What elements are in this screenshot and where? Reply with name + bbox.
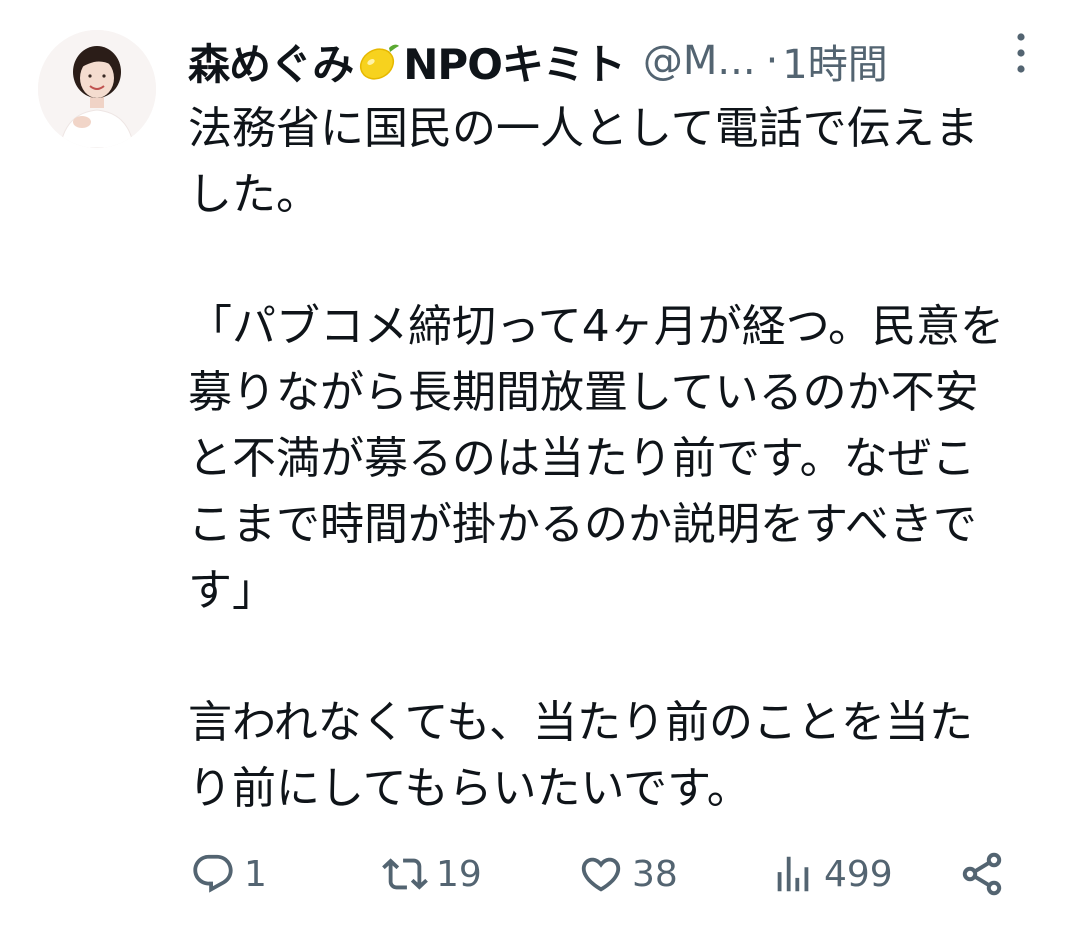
tweet-time[interactable]: 1時間 xyxy=(782,32,887,90)
more-button[interactable] xyxy=(1004,28,1038,78)
tweet-paragraph-1: 法務省に国民の一人として電話で伝えま した。 xyxy=(188,103,979,220)
retweet-button[interactable]: 19 xyxy=(382,846,482,902)
retweet-count: 19 xyxy=(436,853,482,895)
lemon-emoji-icon xyxy=(355,38,401,84)
avatar[interactable] xyxy=(38,30,156,148)
tweet-actions: 1 19 38 499 xyxy=(0,846,1080,902)
heart-icon xyxy=(581,857,621,892)
like-button[interactable]: 38 xyxy=(578,846,678,902)
share-icon xyxy=(962,852,1002,896)
reply-icon xyxy=(193,854,233,893)
tweet-paragraph-3: 言われなくても、当たり前のことを当た り前にしてもらいたいです。 xyxy=(188,697,973,814)
header-separator: · xyxy=(765,38,779,84)
tweet-paragraph-2: 「パブコメ締切って4ヶ月が経つ。民意を 募りながら長期間放置しているのか不安 と… xyxy=(188,301,1005,616)
retweet-icon xyxy=(382,858,428,890)
views-icon xyxy=(777,856,809,892)
like-count: 38 xyxy=(632,853,678,895)
tweet[interactable]: 森めぐみ NPOキミト @M... · 1時間 法務省に国民の一人として電話で伝… xyxy=(0,0,1080,931)
author-org[interactable]: NPOキミト xyxy=(403,31,626,92)
reply-button[interactable]: 1 xyxy=(190,846,267,902)
views-button[interactable]: 499 xyxy=(770,846,893,902)
author-handle[interactable]: @M... xyxy=(643,38,756,84)
more-icon xyxy=(1017,33,1025,73)
share-button[interactable] xyxy=(958,846,1006,902)
views-count: 499 xyxy=(824,853,893,895)
reply-count: 1 xyxy=(244,853,267,895)
author-name[interactable]: 森めぐみ xyxy=(188,31,354,92)
tweet-header: 森めぐみ NPOキミト @M... · 1時間 xyxy=(188,26,888,96)
tweet-text: 法務省に国民の一人として電話で伝えま した。 「パブコメ締切って4ヶ月が経つ。民… xyxy=(188,96,1048,822)
